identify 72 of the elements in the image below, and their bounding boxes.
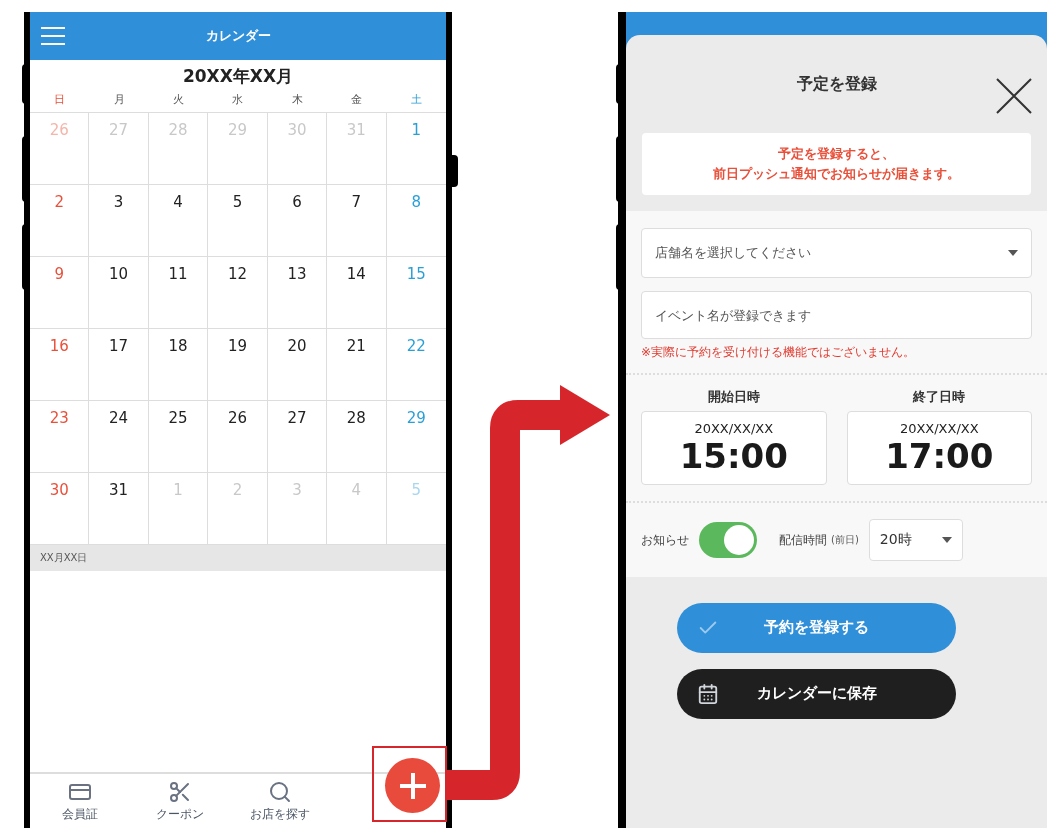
- day-cell[interactable]: 20: [267, 328, 328, 401]
- day-cell[interactable]: 17: [89, 328, 149, 401]
- day-cell[interactable]: 23: [30, 400, 90, 473]
- day-cell[interactable]: 18: [148, 328, 209, 401]
- save-to-calendar-button[interactable]: カレンダーに保存: [677, 668, 956, 719]
- plus-icon: [397, 770, 428, 801]
- delivery-sublabel: (前日): [831, 533, 859, 547]
- day-cell[interactable]: 7: [327, 184, 387, 257]
- day-cell[interactable]: 27: [267, 400, 328, 473]
- datetime-picker[interactable]: 20XX/XX/XX 15:00: [641, 410, 827, 485]
- menu-icon[interactable]: [40, 26, 66, 46]
- modal-title: 予定を登録: [796, 73, 877, 95]
- day-cell[interactable]: 12: [208, 256, 268, 329]
- dropdown-caret-icon: [941, 536, 952, 543]
- date-text: 20XX/XX/XX: [899, 422, 979, 435]
- weekday-label: 火: [172, 92, 186, 109]
- day-cell[interactable]: 21: [327, 328, 387, 401]
- close-icon: [995, 77, 1033, 115]
- time-text: 17:00: [885, 439, 994, 473]
- disclaimer-text: ※実際に予約を受け付ける機能ではございません。: [641, 344, 917, 361]
- weekday-label: 金: [350, 92, 364, 109]
- delivery-label: 配信時間: [779, 531, 827, 549]
- notification-label: お知らせ: [641, 531, 689, 549]
- tab-bar-item[interactable]: クーポン: [130, 774, 230, 828]
- select-value: 20時: [879, 530, 912, 549]
- weekday-label: 木: [290, 92, 304, 109]
- header-title: カレンダー: [205, 27, 271, 46]
- time-label: 開始日時: [707, 388, 760, 406]
- day-cell[interactable]: 19: [208, 328, 268, 401]
- day-cell[interactable]: 9: [30, 256, 90, 329]
- day-cell[interactable]: 25: [148, 400, 209, 473]
- day-cell[interactable]: 4: [148, 184, 209, 257]
- toggle-knob: [724, 524, 754, 555]
- event-name-field[interactable]: イベント名が登録できます: [641, 291, 1032, 339]
- tab-bar-item[interactable]: 会員証: [30, 774, 130, 828]
- calendar-icon: [697, 682, 719, 705]
- day-cell[interactable]: 6: [267, 184, 328, 257]
- time-text: 15:00: [679, 439, 788, 473]
- datetime-picker[interactable]: 20XX/XX/XX 17:00: [846, 410, 1032, 485]
- day-cell[interactable]: 31: [89, 472, 149, 545]
- notice-text: 前日プッシュ通知でお知らせが届きます。: [713, 165, 960, 183]
- select-placeholder: 店舗名を選択してください: [655, 244, 811, 263]
- add-button[interactable]: [385, 758, 440, 813]
- tab-bar-item[interactable]: お店を探す: [230, 774, 330, 828]
- day-cell[interactable]: 16: [30, 328, 90, 401]
- notification-toggle[interactable]: [699, 521, 757, 558]
- weekday-label: 土: [409, 92, 423, 109]
- scissors-icon: [168, 779, 192, 804]
- dropdown-caret-icon: [1008, 250, 1018, 256]
- weekday-label: 月: [112, 92, 126, 109]
- day-cell[interactable]: 28: [327, 400, 387, 473]
- date-text: 20XX/XX/XX: [694, 422, 774, 435]
- day-cell[interactable]: 3: [89, 184, 149, 257]
- month-title: 20XX年XX月: [181, 65, 295, 88]
- day-cell[interactable]: 2: [30, 184, 90, 257]
- store-select[interactable]: 店舗名を選択してください: [641, 228, 1032, 278]
- weekday-label: 日: [53, 92, 67, 109]
- notice-text: 予定を登録すると、: [778, 145, 895, 163]
- day-cell[interactable]: 11: [148, 256, 209, 329]
- day-cell[interactable]: 26: [208, 400, 268, 473]
- date-bar: XX月XX日: [30, 544, 446, 571]
- time-label: 終了日時: [913, 388, 966, 406]
- day-cell[interactable]: 14: [327, 256, 387, 329]
- day-cell[interactable]: 24: [89, 400, 149, 473]
- day-cell[interactable]: 30: [30, 472, 90, 545]
- day-cell[interactable]: 10: [89, 256, 149, 329]
- close-button[interactable]: [995, 77, 1033, 115]
- day-cell[interactable]: 5: [208, 184, 268, 257]
- search-icon: [268, 779, 292, 804]
- weekday-label: 水: [231, 92, 245, 109]
- delivery-time-select[interactable]: 20時: [868, 518, 963, 561]
- day-cell[interactable]: 13: [267, 256, 328, 329]
